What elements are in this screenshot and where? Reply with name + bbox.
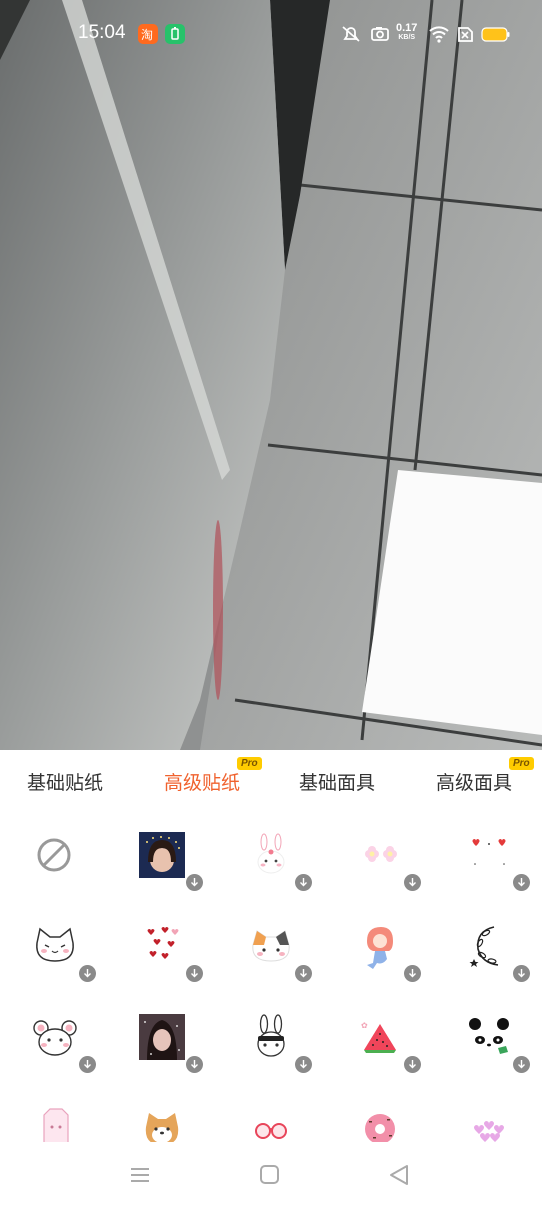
- download-icon: [186, 965, 203, 982]
- download-icon: [404, 874, 421, 891]
- mermaid-girl-sticker: [367, 927, 393, 969]
- download-icon: [186, 1056, 203, 1073]
- download-icon: [295, 874, 312, 891]
- sticker-grid: ✿: [0, 812, 542, 1142]
- sticker-category-tabs: 基础贴纸 高级贴纸 Pro 基础面具 高级面具 Pro: [0, 750, 542, 813]
- status-bar: 15:04 淘 0.17 KB/S: [0, 0, 542, 70]
- shiba-dog-sticker: [145, 1113, 179, 1142]
- sticker-item[interactable]: [107, 994, 215, 1085]
- bunny-face-sticker: [257, 833, 285, 874]
- sticker-item[interactable]: [216, 994, 324, 1085]
- white-cat-sticker: [36, 927, 74, 962]
- watermelon-slice-sticker: ✿: [361, 1021, 396, 1053]
- milk-carton-sticker: [43, 1108, 69, 1142]
- sticker-item[interactable]: ✿: [325, 994, 433, 1085]
- sticker-item[interactable]: [325, 1085, 433, 1142]
- sticker-item[interactable]: [434, 812, 542, 903]
- menu-icon[interactable]: [129, 1164, 151, 1186]
- pro-badge: Pro: [509, 757, 534, 770]
- battery-saver-notification-icon: [165, 24, 185, 44]
- sticker-item[interactable]: [434, 1085, 542, 1142]
- sticker-item[interactable]: [216, 1085, 324, 1142]
- svg-text:淘: 淘: [141, 28, 153, 42]
- pink-flowers-sticker: [365, 846, 397, 862]
- status-time: 15:04: [78, 22, 126, 43]
- download-icon: [404, 965, 421, 982]
- download-icon: [513, 1056, 530, 1073]
- girl-portrait-photo: [139, 1014, 185, 1060]
- sticker-item[interactable]: [0, 994, 108, 1085]
- sticker-item[interactable]: [216, 812, 324, 903]
- sticker-item[interactable]: [0, 1085, 108, 1142]
- red-hearts-sticker: [472, 839, 506, 865]
- sticker-none[interactable]: [0, 812, 108, 903]
- sticker-item[interactable]: [325, 812, 433, 903]
- download-icon: [513, 874, 530, 891]
- download-icon: [79, 965, 96, 982]
- download-icon: [79, 1056, 96, 1073]
- none-icon: [37, 838, 71, 872]
- svg-text:✿: ✿: [361, 1021, 368, 1030]
- sticker-item[interactable]: [434, 994, 542, 1085]
- sticker-item[interactable]: [0, 903, 108, 994]
- black-white-bunny-sticker: [257, 1014, 285, 1057]
- download-icon: [513, 965, 530, 982]
- tab-advanced-masks[interactable]: 高级面具: [436, 768, 512, 795]
- camera-preview[interactable]: 15:04 淘 0.17 KB/S: [0, 0, 542, 750]
- tab-basic-masks[interactable]: 基础面具: [299, 768, 375, 795]
- download-icon: [295, 1056, 312, 1073]
- red-glasses-sticker: [255, 1123, 287, 1139]
- sticker-item[interactable]: [216, 903, 324, 994]
- download-icon: [404, 1056, 421, 1073]
- camera-scene: [0, 0, 542, 750]
- home-icon[interactable]: [259, 1164, 281, 1186]
- download-icon: [186, 874, 203, 891]
- white-mouse-sticker: [33, 1020, 77, 1056]
- network-speed: 0.17 KB/S: [396, 22, 418, 42]
- scattered-hearts-sticker: [147, 927, 179, 959]
- sticker-item[interactable]: [325, 903, 433, 994]
- tab-basic-stickers[interactable]: 基础贴纸: [27, 768, 103, 795]
- pink-hearts-cloud-sticker: [474, 1121, 504, 1142]
- back-icon[interactable]: [388, 1164, 410, 1186]
- calico-cat-sticker: [252, 930, 290, 962]
- net-speed-unit: KB/S: [398, 34, 416, 41]
- pro-badge: Pro: [237, 757, 262, 770]
- download-icon: [295, 965, 312, 982]
- starry-girl-photo: [139, 832, 185, 878]
- sticker-item[interactable]: [107, 812, 215, 903]
- sticker-item[interactable]: [107, 1085, 215, 1142]
- sticker-item[interactable]: [107, 903, 215, 994]
- tab-advanced-stickers[interactable]: 高级贴纸: [164, 768, 240, 795]
- panda-face-sticker: [469, 1018, 509, 1054]
- floral-wreath-sticker: [469, 926, 499, 967]
- donut-sticker: [365, 1114, 395, 1142]
- taobao-notification-icon: 淘: [138, 24, 158, 44]
- system-nav-bar: [0, 1142, 542, 1210]
- net-speed-value: 0.17: [396, 22, 418, 34]
- sticker-item[interactable]: [434, 903, 542, 994]
